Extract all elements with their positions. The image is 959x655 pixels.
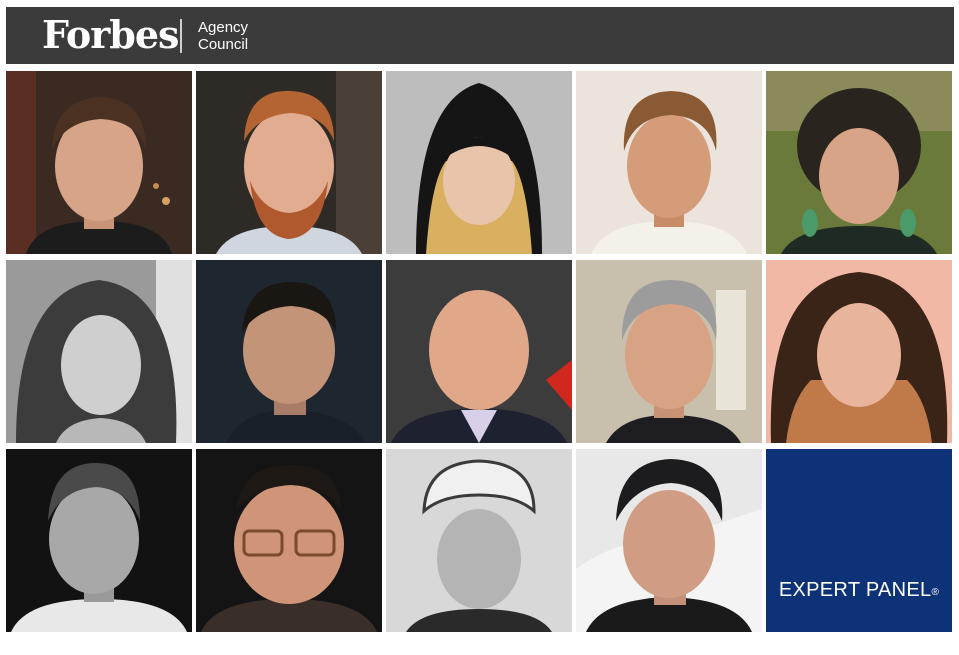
forbes-header-bar: Forbes Agency Council — [6, 7, 954, 64]
headshot-portrait-3 — [386, 71, 572, 254]
headshot-portrait-7 — [196, 260, 382, 443]
headshot-portrait-11 — [6, 449, 192, 632]
portrait-man-glasses — [196, 449, 382, 632]
headshot-portrait-6 — [6, 260, 192, 443]
headshot-portrait-1 — [6, 71, 192, 254]
portrait-woman-grayscale — [6, 260, 192, 443]
headshot-portrait-8 — [386, 260, 572, 443]
forbes-logo: Forbes — [42, 12, 179, 57]
headshot-portrait-9 — [576, 260, 762, 443]
portrait-woman-curly-hair — [766, 71, 952, 254]
headshot-portrait-14 — [576, 449, 762, 632]
headshot-portrait-5 — [766, 71, 952, 254]
registered-mark: ® — [931, 587, 940, 598]
headshot-portrait-12 — [196, 449, 382, 632]
headshot-portrait-2 — [196, 71, 382, 254]
expert-panel-badge: EXPERT PANEL® — [766, 449, 952, 632]
council-line-1: Agency — [198, 19, 249, 36]
portrait-man-grayscale-smiling — [6, 449, 192, 632]
portrait-man-cap-grayscale — [386, 449, 572, 632]
headshot-portrait-10 — [766, 260, 952, 443]
portrait-man-gray-hair — [576, 260, 762, 443]
agency-council-wordmark: Agency Council — [198, 19, 248, 53]
portrait-man-short-brown-hair — [6, 71, 192, 254]
portrait-man-dark-background — [196, 260, 382, 443]
portrait-man-by-car — [576, 449, 762, 632]
portrait-man-white-shirt — [576, 71, 762, 254]
council-line-2: Council — [198, 36, 249, 53]
headshot-grid: EXPERT PANEL® — [6, 71, 954, 633]
expert-panel-label: EXPERT PANEL® — [766, 579, 952, 602]
logo-divider — [180, 19, 182, 53]
portrait-woman-black-hood — [386, 71, 572, 254]
portrait-man-red-beard — [196, 71, 382, 254]
portrait-bald-man-smiling — [386, 260, 572, 443]
portrait-woman-pink-background — [766, 260, 952, 443]
headshot-portrait-13 — [386, 449, 572, 632]
expert-panel-text: EXPERT PANEL — [778, 579, 932, 601]
headshot-portrait-4 — [576, 71, 762, 254]
